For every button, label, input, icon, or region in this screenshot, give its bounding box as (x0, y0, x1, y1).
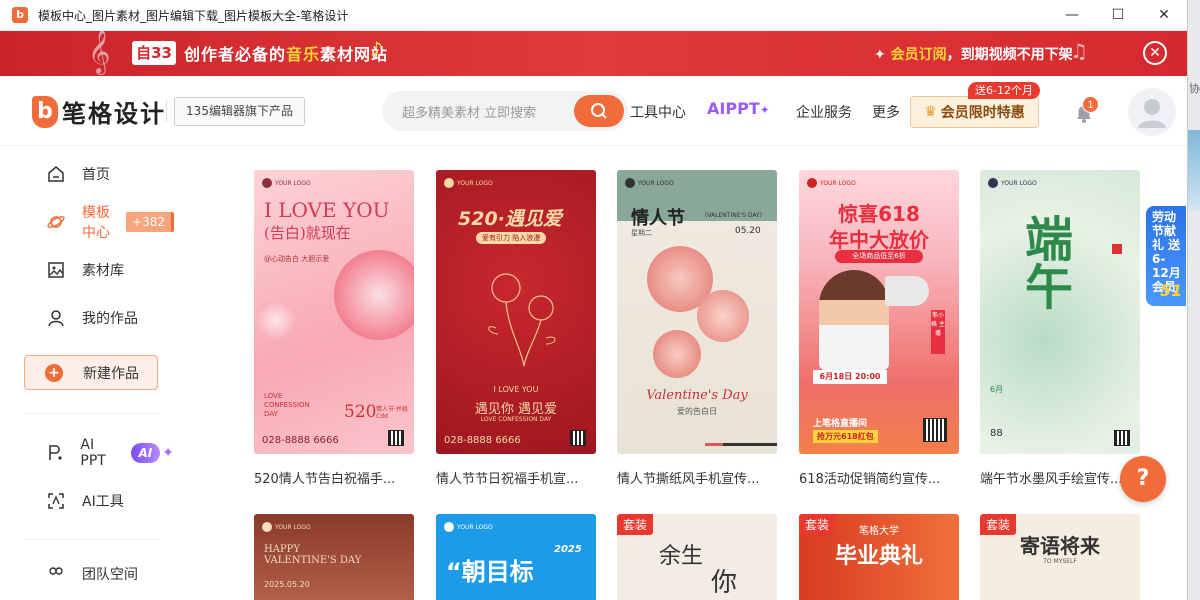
brand-mark-icon: b (32, 95, 58, 128)
qr-code (570, 430, 586, 446)
banner-logo: 自33 (132, 41, 176, 65)
rose-image (334, 250, 414, 340)
team-icon (46, 564, 66, 584)
home-icon (46, 164, 66, 184)
brand-name: 笔格设计 (62, 100, 166, 128)
title-bar: b 模板中心_图片素材_图片编辑下载_图片模板大全-笔格设计 — ☐ ✕ (0, 0, 1187, 31)
brand-logo[interactable]: b 笔格设计 (32, 94, 166, 129)
template-thumbnail[interactable]: YOUR LOGO 端午 6月 88 (980, 170, 1140, 454)
minimize-button[interactable]: — (1049, 0, 1095, 31)
sidebar-item-home[interactable]: 首页 (24, 154, 174, 194)
vip-offer-button[interactable]: ♛ 会员限时特惠 (910, 96, 1039, 128)
template-title[interactable]: 端午节水墨风手绘宣传... (980, 468, 1140, 487)
nav-enterprise[interactable]: 企业服务 (796, 102, 852, 122)
search-input[interactable]: 超多精美素材 立即搜索 (402, 102, 536, 121)
template-thumbnail[interactable]: YOUR LOGO 惊喜618 年中大放价 全场商品低至6折 笔小格 主播 6月… (799, 170, 959, 454)
brand-tagline[interactable]: 135编辑器旗下产品 (174, 97, 305, 126)
site-header: b 笔格设计 135编辑器旗下产品 超多精美素材 立即搜索 工具中心 AIPPT… (0, 76, 1187, 146)
sidebar-item-ai-tools[interactable]: AI工具 (24, 481, 174, 521)
banner-close-button[interactable]: ✕ (1143, 41, 1167, 65)
background-window-edge: 协 (1188, 0, 1200, 600)
search-button[interactable] (574, 95, 624, 127)
qr-code (388, 430, 404, 446)
person-photo (819, 270, 889, 370)
image-icon (46, 260, 66, 280)
search-bar[interactable]: 超多精美素材 立即搜索 (382, 91, 628, 131)
template-title[interactable]: 618活动促销简约宣传... (799, 468, 959, 487)
promo-banner[interactable]: 𝄞 自33 创作者必备的音乐素材网站 ♪ ✦ 会员订阅，到期视频不用下架 ♫ ✕ (0, 29, 1187, 76)
close-window-button[interactable]: ✕ (1141, 0, 1187, 31)
set-badge: 套装 (617, 514, 654, 535)
planet-icon (46, 212, 66, 232)
sidebar-item-ai-ppt[interactable]: AI PPT AI ✦ (24, 433, 174, 473)
rose-line-art (488, 273, 556, 367)
maximize-button[interactable]: ☐ (1095, 0, 1141, 31)
window-title: 模板中心_图片素材_图片编辑下载_图片模板大全-笔格设计 (38, 8, 349, 23)
sidebar-item-templates[interactable]: 模板中心 +382张 (24, 202, 174, 249)
template-title[interactable]: 情人节撕纸风手机宣传... (617, 468, 777, 487)
template-thumbnail[interactable]: 套装 余生 你 (617, 514, 777, 600)
browser-window: b 模板中心_图片素材_图片编辑下载_图片模板大全-笔格设计 — ☐ ✕ 𝄞 自… (0, 0, 1188, 600)
scan-icon (46, 491, 66, 511)
template-count-badge: +382张 (126, 212, 174, 249)
vip-badge: 送6-12个月 (968, 82, 1040, 99)
music-clef-icon: 𝄞 (88, 29, 111, 73)
sparkle-icon: ✦ (162, 445, 174, 461)
template-card[interactable]: YOUR LOGO 端午 6月 88 端午节水墨风手绘宣传... (980, 170, 1140, 487)
template-thumbnail[interactable]: YOUR LOGO 情人节 (VALENTINE'S DAY) 星期二 05.2… (617, 170, 777, 454)
sidebar-item-my-works[interactable]: 我的作品 (24, 298, 174, 338)
template-card[interactable]: YOUR LOGO I LOVE YOU (告白)就现在 @心动告白 大胆示爱 … (254, 170, 414, 487)
ppt-icon (46, 443, 64, 463)
rose-image (256, 300, 296, 340)
flower-image (653, 330, 701, 378)
template-card[interactable]: YOUR LOGO 惊喜618 年中大放价 全场商品低至6折 笔小格 主播 6月… (799, 170, 959, 487)
template-thumbnail[interactable]: 套装 寄语将来 TO MYSELF (980, 514, 1140, 600)
qr-code (1114, 430, 1130, 446)
sidebar-item-team[interactable]: 团队空间 (24, 554, 174, 594)
template-thumbnail[interactable]: 套装 笔格大学 毕业典礼 (799, 514, 959, 600)
sidebar-item-assets[interactable]: 素材库 (24, 250, 174, 290)
user-avatar[interactable] (1128, 88, 1176, 136)
divider (166, 100, 167, 122)
new-work-button[interactable]: + 新建作品 (24, 355, 158, 390)
template-thumbnail[interactable]: YOUR LOGO I LOVE YOU (告白)就现在 @心动告白 大胆示爱 … (254, 170, 414, 454)
nav-more[interactable]: 更多 (872, 102, 900, 122)
music-note-icon: ♫ (1070, 39, 1088, 63)
megaphone-image (885, 276, 929, 306)
template-card[interactable]: YOUR LOGO 520·遇见爱 爱有引力 陷入浪漫 I LOVE YOU 遇… (436, 170, 596, 487)
plus-icon: + (45, 363, 63, 382)
help-button[interactable]: ? (1120, 456, 1166, 502)
template-title[interactable]: 520情人节告白祝福手... (254, 468, 414, 487)
app-icon: b (12, 7, 28, 23)
template-thumbnail[interactable]: YOUR LOGO 520·遇见爱 爱有引力 陷入浪漫 I LOVE YOU 遇… (436, 170, 596, 454)
qr-code (923, 418, 947, 442)
flower-image (697, 290, 749, 342)
seal-stamp (1112, 244, 1122, 254)
divider (24, 413, 160, 414)
search-icon (591, 103, 607, 119)
template-title[interactable]: 情人节节日祝福手机宣... (436, 468, 596, 487)
nav-tool-center[interactable]: 工具中心 (630, 102, 686, 122)
avatar-icon (1138, 99, 1166, 128)
template-thumbnail[interactable]: YOUR LOGO HAPPY VALENTINE'S DAY 2025.05.… (254, 514, 414, 600)
ai-badge: AI (130, 443, 161, 463)
banner-vip-text: ✦ 会员订阅，到期视频不用下架 (874, 47, 1073, 63)
nav-aippt[interactable]: AIPPT✦ (707, 99, 770, 118)
labor-day-promo[interactable]: 劳动节献礼 送6-12月会员 51 (1146, 206, 1186, 306)
user-icon (46, 308, 66, 328)
divider (24, 539, 160, 540)
template-card[interactable]: YOUR LOGO 情人节 (VALENTINE'S DAY) 星期二 05.2… (617, 170, 777, 487)
sidebar: 首页 模板中心 +382张 素材库 我的作品 + 新建作品 AI PPT AI … (0, 147, 180, 600)
banner-slogan: 创作者必备的音乐素材网站 (184, 45, 389, 64)
notification-count: 1 (1082, 96, 1099, 113)
crown-icon: ♛ (924, 104, 937, 120)
template-thumbnail[interactable]: YOUR LOGO “朝目标 2025 (436, 514, 596, 600)
music-note-icon: ♪ (370, 37, 383, 61)
